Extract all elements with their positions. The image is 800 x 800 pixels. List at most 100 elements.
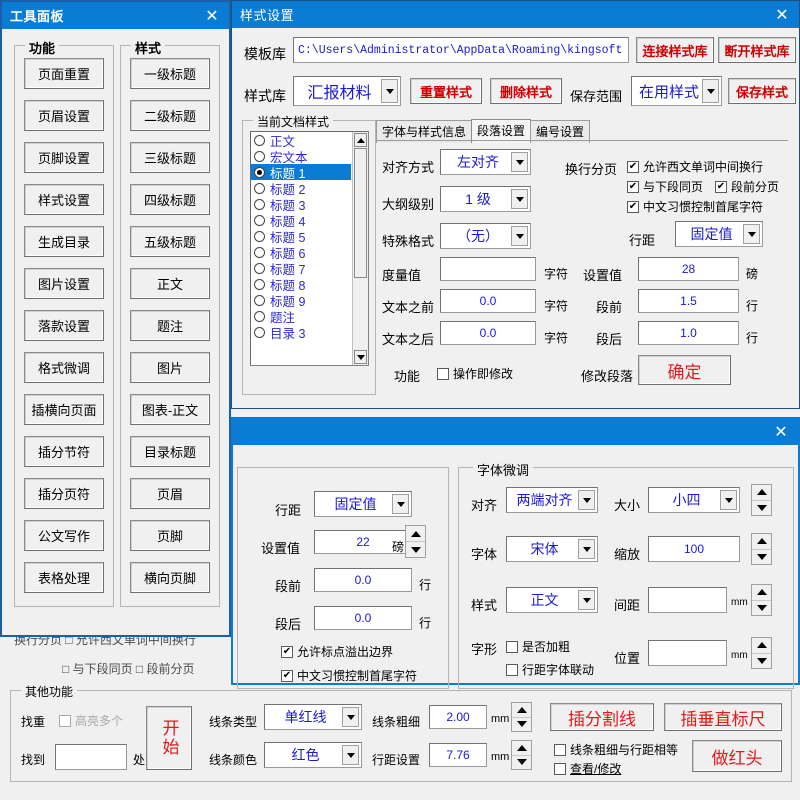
style-button-3[interactable]: 三级标题: [130, 142, 210, 173]
font-size-spinner[interactable]: [751, 484, 772, 516]
reset-style-button[interactable]: 重置样式: [410, 78, 482, 104]
tune-space-after-input[interactable]: 0.0: [314, 606, 412, 630]
chevron-down-icon[interactable]: [578, 490, 595, 510]
style-button-2[interactable]: 二级标题: [130, 100, 210, 131]
style-button-7[interactable]: 题注: [130, 310, 210, 341]
function-button-12[interactable]: 公文写作: [24, 520, 104, 551]
chevron-down-icon[interactable]: [578, 539, 595, 559]
spinner-up-icon[interactable]: [752, 534, 771, 550]
style-button-8[interactable]: 图片: [130, 352, 210, 383]
style-button-9[interactable]: 图表-正文: [130, 394, 210, 425]
font-spacing-input[interactable]: [648, 587, 727, 613]
spinner-down-icon[interactable]: [752, 654, 771, 669]
style-list-item[interactable]: 标题 9: [251, 292, 351, 309]
chevron-down-icon[interactable]: [720, 490, 737, 510]
function-button-4[interactable]: 样式设置: [24, 184, 104, 215]
view-modify-checkbox[interactable]: 查看/修改: [554, 760, 621, 777]
radio-icon[interactable]: [254, 246, 265, 258]
latin-word-break-checkbox[interactable]: 允许西文单词中间换行: [627, 158, 763, 175]
font-scale-spinner[interactable]: [751, 533, 772, 565]
apply-immediately-checkbox[interactable]: 操作即修改: [437, 365, 513, 382]
spinner-down-icon[interactable]: [752, 601, 771, 616]
style-button-1[interactable]: 一级标题: [130, 58, 210, 89]
line-spacing-spinner[interactable]: [511, 740, 532, 770]
radio-icon[interactable]: [254, 294, 265, 306]
font-align-combo[interactable]: 两端对齐: [506, 487, 598, 513]
punct-overflow-checkbox[interactable]: 允许标点溢出边界: [281, 643, 393, 660]
found-count-input[interactable]: [55, 744, 127, 770]
insert-vertical-ruler-button[interactable]: 插垂直标尺: [664, 703, 782, 731]
style-button-4[interactable]: 四级标题: [130, 184, 210, 215]
space-before-input[interactable]: 1.5: [638, 289, 739, 313]
spinner-up-icon[interactable]: [512, 741, 531, 756]
line-width-spinner[interactable]: [511, 702, 532, 732]
radio-icon[interactable]: [254, 326, 265, 338]
chevron-down-icon[interactable]: [702, 79, 719, 103]
scroll-up-icon[interactable]: [354, 133, 367, 147]
chevron-down-icon[interactable]: [381, 79, 398, 103]
save-scope-combo[interactable]: 在用样式: [631, 76, 722, 106]
spinner-up-icon[interactable]: [752, 638, 771, 654]
radio-icon[interactable]: [254, 198, 265, 210]
style-button-6[interactable]: 正文: [130, 268, 210, 299]
page-break-before-checkbox[interactable]: 段前分页: [715, 178, 779, 195]
line-width-input[interactable]: 2.00: [429, 705, 487, 729]
function-button-6[interactable]: 图片设置: [24, 268, 104, 299]
font-scale-input[interactable]: 100: [648, 536, 740, 562]
chevron-down-icon[interactable]: [392, 494, 409, 514]
style-button-5[interactable]: 五级标题: [130, 226, 210, 257]
radio-icon[interactable]: [254, 230, 265, 242]
font-position-input[interactable]: [648, 640, 727, 666]
style-list-item[interactable]: 目录 3: [251, 324, 351, 341]
spinner-down-icon[interactable]: [406, 542, 425, 557]
save-style-button[interactable]: 保存样式: [728, 78, 796, 104]
function-button-3[interactable]: 页脚设置: [24, 142, 104, 173]
chevron-down-icon[interactable]: [743, 224, 760, 244]
line-spacing-input[interactable]: 7.76: [429, 743, 487, 767]
radio-icon[interactable]: [254, 278, 265, 290]
radio-icon[interactable]: [254, 182, 265, 194]
chinese-punctuation-checkbox[interactable]: 中文习惯控制首尾字符: [627, 198, 763, 215]
scroll-down-icon[interactable]: [354, 350, 367, 364]
line-type-combo[interactable]: 单红线: [264, 704, 362, 730]
chevron-down-icon[interactable]: [511, 189, 528, 209]
function-button-13[interactable]: 表格处理: [24, 562, 104, 593]
spinner-up-icon[interactable]: [752, 585, 771, 601]
line-spacing-combo[interactable]: 固定值: [675, 221, 763, 247]
chevron-down-icon[interactable]: [511, 152, 528, 172]
tune-space-before-input[interactable]: 0.0: [314, 568, 412, 592]
font-family-combo[interactable]: 宋体: [506, 536, 598, 562]
line-color-combo[interactable]: 红色: [264, 742, 362, 768]
set-value-input[interactable]: 28: [638, 257, 739, 281]
delete-style-button[interactable]: 删除样式: [490, 78, 562, 104]
font-size-combo[interactable]: 小四: [648, 487, 740, 513]
style-listbox[interactable]: 正文 宏文本 标题 1 标题 2 标题 3 标题 4 标题 5 标题 6 标题 7 标题 8 标题 …: [250, 131, 369, 366]
spinner-up-icon[interactable]: [512, 703, 531, 718]
style-list[interactable]: 正文 宏文本 标题 1 标题 2 标题 3 标题 4 标题 5 标题 6 标题 7 标题 8 标题 …: [251, 132, 351, 341]
chevron-down-icon[interactable]: [342, 707, 359, 727]
after-text-input[interactable]: 0.0: [440, 321, 536, 345]
style-button-11[interactable]: 页眉: [130, 478, 210, 509]
function-button-10[interactable]: 插分节符: [24, 436, 104, 467]
radio-icon[interactable]: [254, 134, 265, 146]
width-equals-spacing-checkbox[interactable]: 线条粗细与行距相等: [554, 741, 678, 758]
measure-value-input[interactable]: [440, 257, 536, 281]
outline-level-combo[interactable]: 1 级: [440, 186, 531, 212]
close-icon[interactable]: ✕: [770, 424, 792, 440]
radio-icon[interactable]: [254, 310, 265, 322]
function-button-2[interactable]: 页眉设置: [24, 100, 104, 131]
confirm-button[interactable]: 确定: [638, 355, 731, 385]
link-spacing-checkbox[interactable]: 行距字体联动: [506, 661, 594, 678]
highlight-many-checkbox[interactable]: 高亮多个: [59, 712, 123, 729]
spinner-down-icon[interactable]: [752, 501, 771, 516]
radio-icon[interactable]: [254, 166, 265, 178]
insert-divider-button[interactable]: 插分割线: [550, 703, 654, 731]
tune-chinese-punct-checkbox[interactable]: 中文习惯控制首尾字符: [281, 667, 417, 684]
tune-set-value-spinner[interactable]: [405, 525, 426, 558]
keep-with-next-checkbox[interactable]: 与下段同页: [627, 178, 703, 195]
space-after-input[interactable]: 1.0: [638, 321, 739, 345]
function-button-5[interactable]: 生成目录: [24, 226, 104, 257]
font-spacing-spinner[interactable]: [751, 584, 772, 616]
radio-icon[interactable]: [254, 150, 265, 162]
special-format-combo[interactable]: （无）: [440, 223, 531, 249]
